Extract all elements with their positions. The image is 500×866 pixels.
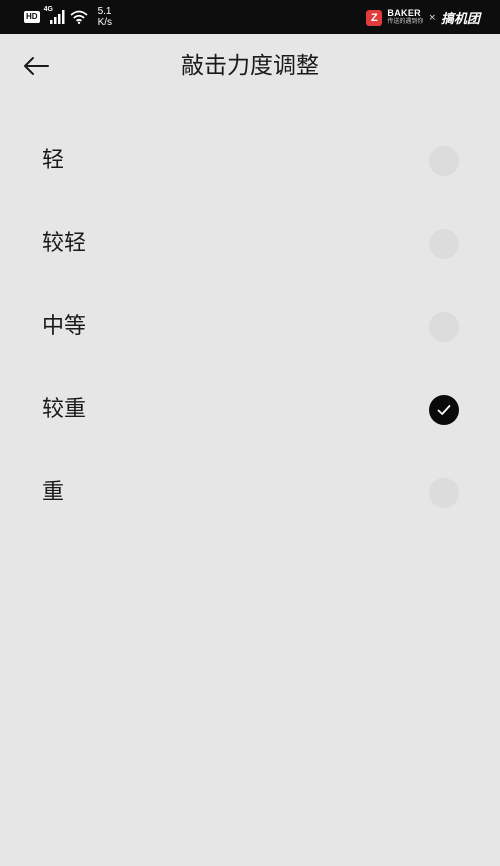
network-type-label: 4G: [43, 6, 53, 13]
strength-options-list: 轻 较轻 中等 较重 重: [0, 120, 500, 535]
radio-button[interactable]: [429, 478, 459, 508]
option-label: 中等: [42, 314, 87, 339]
status-right: Z BAKER 传送的遇到你 × 搞机团: [366, 8, 480, 27]
radio-button[interactable]: [429, 229, 459, 259]
watermark-brand: BAKER: [387, 7, 421, 18]
speed-value: 5.1: [97, 6, 112, 17]
radio-button-selected[interactable]: [429, 395, 459, 425]
watermark-text: BAKER 传送的遇到你: [387, 7, 424, 27]
status-bar: HD 4G 5.1 K/s Z BAKER 传送的遇到你 × 搞机团: [0, 0, 500, 34]
page-title: 敲击力度调整: [181, 53, 319, 79]
watermark-logo-icon: Z: [366, 9, 383, 26]
checkmark-icon: [437, 405, 451, 415]
option-row-heavy[interactable]: 重: [0, 452, 500, 535]
cellular-signal-icon: 4G: [43, 6, 66, 25]
network-speed: 5.1 K/s: [98, 6, 112, 28]
option-row-light[interactable]: 轻: [0, 120, 500, 203]
watermark-brand-secondary: 搞机团: [440, 12, 480, 27]
watermark-subtext: 传送的遇到你: [387, 18, 424, 25]
status-left: HD 4G 5.1 K/s: [24, 6, 112, 28]
watermark-separator: ×: [428, 12, 436, 23]
option-label: 轻: [42, 148, 65, 173]
wifi-icon: [69, 10, 88, 24]
option-label: 重: [42, 480, 65, 505]
option-row-heavier[interactable]: 较重: [0, 369, 500, 452]
option-row-medium[interactable]: 中等: [0, 286, 500, 369]
option-label: 较轻: [42, 231, 87, 256]
hd-badge: HD: [24, 11, 40, 23]
speed-unit: K/s: [97, 17, 113, 28]
option-label: 较重: [42, 397, 87, 422]
option-row-lighter[interactable]: 较轻: [0, 203, 500, 286]
radio-button[interactable]: [429, 146, 459, 176]
radio-button[interactable]: [429, 312, 459, 342]
app-header: 敲击力度调整: [0, 34, 500, 98]
